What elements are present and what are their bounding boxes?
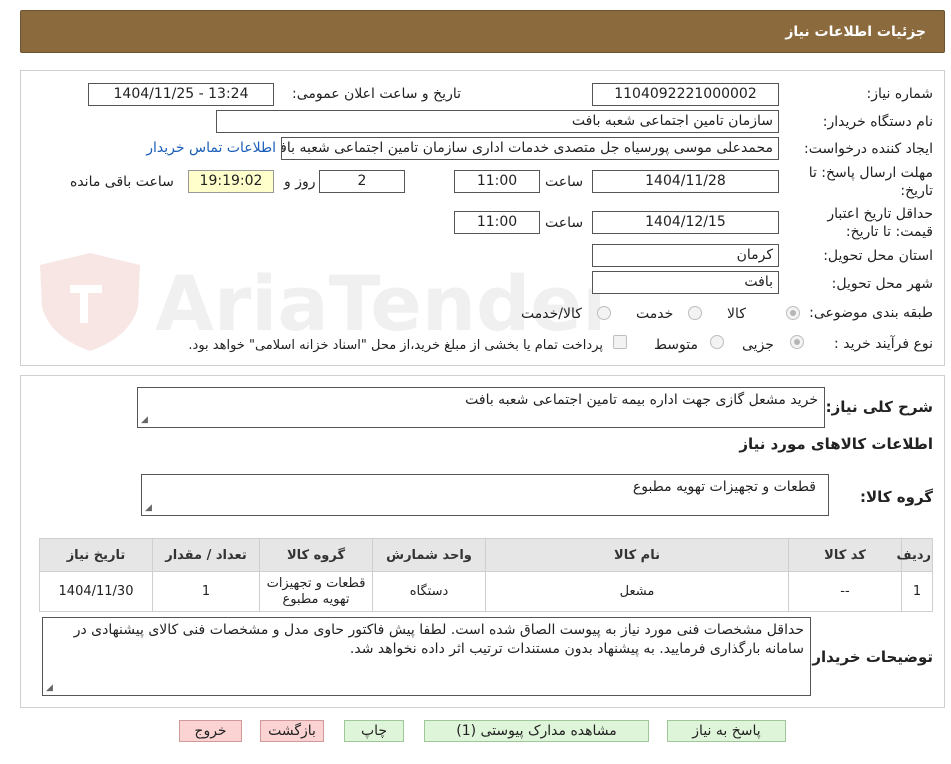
table-row: 1 -- مشعل دستگاه قطعات و تجهیزات تهویه م…: [39, 571, 933, 612]
category-label: طبقه بندی موضوعی:: [809, 305, 933, 321]
page-title: جزئیات اطلاعات نیاز: [785, 24, 926, 40]
creator-field: محمدعلی موسی پورسیاه جل متصدی خدمات ادار…: [281, 137, 779, 160]
buyer-org-field: سازمان تامین اجتماعی شعبه بافت: [216, 110, 779, 133]
process-option-minor: جزیی: [742, 337, 774, 353]
goods-group-label: گروه کالا:: [860, 488, 933, 506]
resize-grip-icon[interactable]: ◢: [141, 416, 148, 425]
view-documents-button[interactable]: مشاهده مدارک پیوستی (1): [424, 720, 649, 742]
deadline-label-2: تاریخ:: [900, 183, 933, 199]
category-radio-service[interactable]: [688, 306, 702, 320]
remaining-label: ساعت باقی مانده: [70, 174, 174, 190]
col-header-code: کد کالا: [788, 538, 902, 572]
cell-row-number: 1: [901, 571, 933, 612]
buyer-notes-label: توضیحات خریدار:: [806, 648, 933, 666]
process-label: نوع فرآیند خرید :: [834, 336, 933, 352]
days-label: روز و: [284, 174, 316, 190]
deadline-time-field: 11:00: [454, 170, 540, 193]
table-header-row: ردیف کد کالا نام کالا واحد شمارش گروه کا…: [39, 538, 933, 572]
validity-time-field: 11:00: [454, 211, 540, 234]
validity-date-field: 1404/12/15: [592, 211, 779, 234]
process-radio-minor[interactable]: [790, 335, 804, 349]
resize-grip-icon[interactable]: ◢: [145, 504, 152, 513]
announce-field: 1404/11/25 - 13:24: [88, 83, 274, 106]
cell-group: قطعات و تجهیزات تهویه مطبوع: [259, 571, 373, 612]
items-table: ردیف کد کالا نام کالا واحد شمارش گروه کا…: [39, 538, 933, 612]
reply-button[interactable]: پاسخ به نیاز: [667, 720, 786, 742]
need-number-label: شماره نیاز:: [866, 86, 934, 102]
need-number-field: 1104092221000002: [592, 83, 779, 106]
col-header-unit: واحد شمارش: [372, 538, 486, 572]
col-header-row-number: ردیف: [896, 538, 933, 572]
buyer-notes-text: حداقل مشخصات فنی مورد نیاز به پیوست الصا…: [73, 622, 804, 657]
cell-code: --: [788, 571, 902, 612]
page-header: جزئیات اطلاعات نیاز: [20, 10, 945, 53]
exit-button[interactable]: خروج: [179, 720, 242, 742]
cell-unit: دستگاه: [372, 571, 486, 612]
category-option-goods-service: کالا/خدمت: [521, 306, 582, 322]
remaining-time-field: 19:19:02: [188, 170, 274, 193]
cell-need-date: 1404/11/30: [39, 571, 153, 612]
validity-label-2: قیمت: تا تاریخ:: [845, 224, 933, 240]
validity-label: حداقل تاریخ اعتبار: [827, 206, 933, 222]
col-header-name: نام کالا: [485, 538, 789, 572]
city-field: بافت: [592, 271, 779, 294]
treasury-payment-note: پرداخت تمام یا بخشی از مبلغ خرید،از محل …: [188, 338, 603, 353]
validity-time-label: ساعت: [545, 215, 584, 231]
print-button[interactable]: چاپ: [344, 720, 404, 742]
goods-info-title: اطلاعات کالاهای مورد نیاز: [739, 435, 933, 453]
goods-group-textarea[interactable]: قطعات و تجهیزات تهویه مطبوع ◢: [141, 474, 829, 516]
summary-label: شرح کلی نیاز:: [825, 398, 933, 416]
category-radio-goods-service[interactable]: [597, 306, 611, 320]
category-option-service: خدمت: [636, 306, 674, 322]
summary-textarea[interactable]: خرید مشعل گازی جهت اداره بیمه تامین اجتم…: [137, 387, 825, 428]
resize-grip-icon[interactable]: ◢: [46, 684, 53, 693]
creator-label: ایجاد کننده درخواست:: [804, 141, 933, 157]
cell-name: مشعل: [485, 571, 789, 612]
province-field: کرمان: [592, 244, 779, 267]
col-header-need-date: تاریخ نیاز: [39, 538, 153, 572]
col-header-quantity: تعداد / مقدار: [152, 538, 260, 572]
treasury-payment-checkbox[interactable]: [613, 335, 627, 349]
deadline-date-field: 1404/11/28: [592, 170, 779, 193]
category-option-goods: کالا: [727, 306, 746, 322]
category-radio-goods[interactable]: [786, 306, 800, 320]
days-field: 2: [319, 170, 405, 193]
process-option-medium: متوسط: [654, 337, 698, 353]
province-label: استان محل تحویل:: [823, 248, 933, 264]
col-header-group: گروه کالا: [259, 538, 373, 572]
cell-quantity: 1: [152, 571, 260, 612]
deadline-time-label: ساعت: [545, 174, 584, 190]
buyer-notes-textarea[interactable]: حداقل مشخصات فنی مورد نیاز به پیوست الصا…: [42, 617, 811, 696]
summary-text: خرید مشعل گازی جهت اداره بیمه تامین اجتم…: [465, 392, 818, 408]
process-radio-medium[interactable]: [710, 335, 724, 349]
deadline-label: مهلت ارسال پاسخ: تا: [808, 165, 933, 181]
buyer-contact-link[interactable]: اطلاعات تماس خریدار: [146, 140, 276, 156]
goods-group-text: قطعات و تجهیزات تهویه مطبوع: [632, 479, 816, 495]
city-label: شهر محل تحویل:: [831, 276, 933, 292]
back-button[interactable]: بازگشت: [260, 720, 324, 742]
buyer-org-label: نام دستگاه خریدار:: [822, 114, 933, 130]
announce-label: تاریخ و ساعت اعلان عمومی:: [292, 86, 461, 102]
